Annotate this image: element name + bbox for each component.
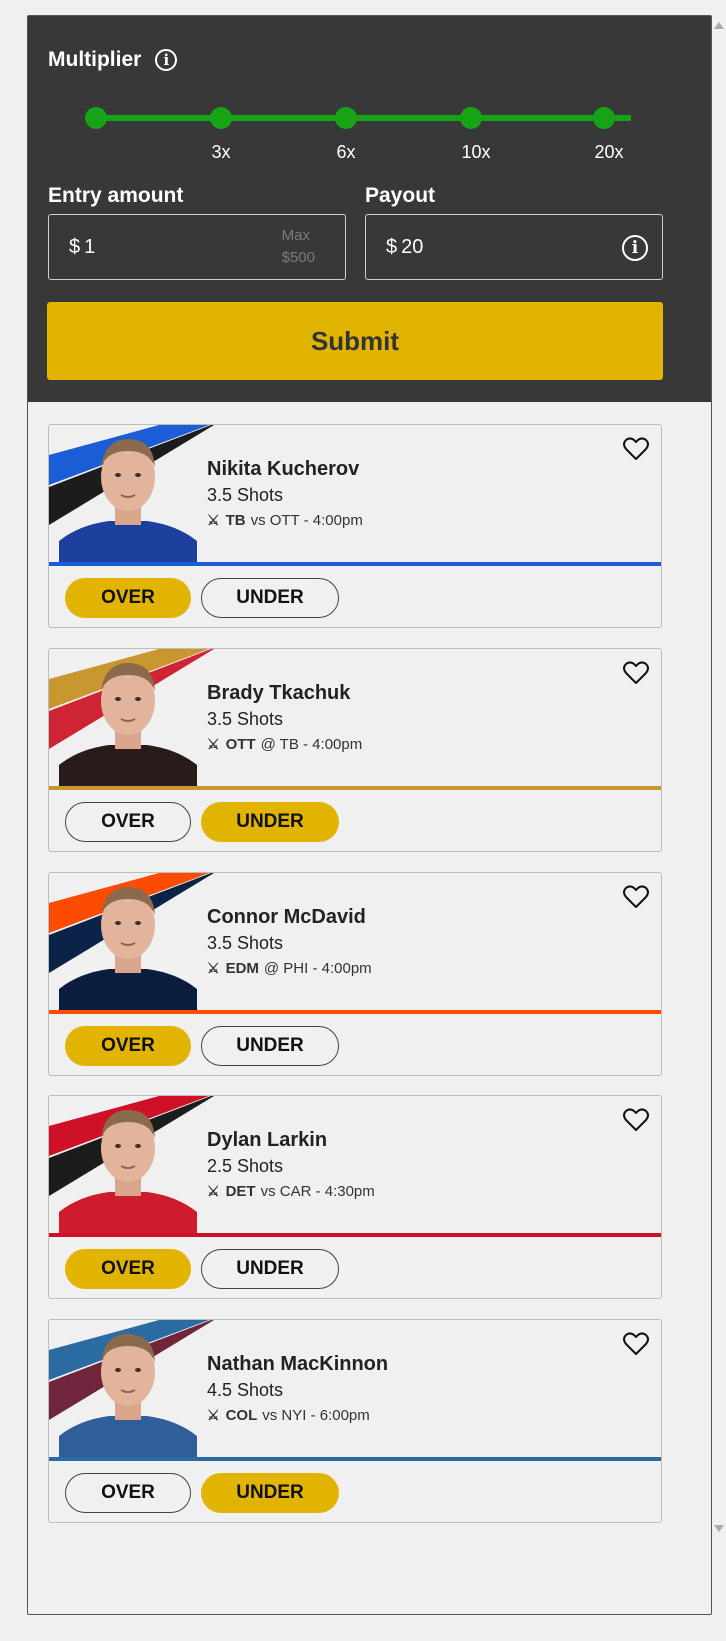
game-info: ⚔ COL vs NYI - 6:00pm	[207, 1407, 370, 1424]
team-abbr: COL	[225, 1407, 258, 1424]
player-card: Nathan MacKinnon 4.5 Shots ⚔ COL vs NYI …	[48, 1319, 662, 1523]
info-icon[interactable]: i	[622, 235, 648, 261]
heart-icon[interactable]	[623, 437, 649, 461]
prop-line: 4.5 Shots	[207, 1380, 284, 1400]
payout-value: 20	[401, 235, 424, 258]
multiplier-section: Multiplier i 3x 6x 10x 20x Entry amount …	[28, 16, 711, 402]
hockey-sticks-icon: ⚔	[207, 512, 220, 528]
multiplier-step-6x[interactable]	[335, 107, 357, 129]
over-button[interactable]: OVER	[65, 1473, 191, 1513]
over-button[interactable]: OVER	[65, 578, 191, 618]
scroll-up-arrow-icon[interactable]	[714, 22, 724, 29]
team-abbr: OTT	[225, 736, 256, 753]
player-card: Connor McDavid 3.5 Shots ⚔ EDM @ PHI - 4…	[48, 872, 662, 1076]
tick-label: 6x	[336, 142, 356, 162]
team-color-line	[49, 1457, 661, 1461]
team-color-line	[49, 562, 661, 566]
heart-icon[interactable]	[623, 1108, 649, 1132]
team-color-line	[49, 1010, 661, 1014]
team-abbr: TB	[225, 512, 246, 529]
player-name: Dylan Larkin	[207, 1129, 328, 1151]
matchup: vs OTT - 4:00pm	[250, 512, 363, 529]
multiplier-step-10x[interactable]	[460, 107, 482, 129]
multiplier-step-1[interactable]	[85, 107, 107, 129]
multiplier-step-20x[interactable]	[593, 107, 615, 129]
multiplier-title: Multiplier	[48, 48, 142, 71]
submit-button[interactable]: Submit	[47, 302, 663, 380]
player-photo	[59, 1110, 197, 1233]
under-button[interactable]: UNDER	[201, 1249, 339, 1289]
player-card: Dylan Larkin 2.5 Shots ⚔ DET vs CAR - 4:…	[48, 1095, 662, 1299]
matchup: vs CAR - 4:30pm	[260, 1183, 375, 1200]
currency-symbol: $	[69, 235, 81, 258]
heart-icon[interactable]	[623, 1332, 649, 1356]
entry-amount-field[interactable]: $ 1 Max $500	[48, 214, 346, 280]
game-info: ⚔ TB vs OTT - 4:00pm	[207, 512, 363, 529]
player-name: Connor McDavid	[207, 906, 366, 928]
tick-label: 10x	[461, 142, 491, 162]
team-color-line	[49, 786, 661, 790]
game-info: ⚔ DET vs CAR - 4:30pm	[207, 1183, 375, 1200]
matchup: @ PHI - 4:00pm	[263, 960, 372, 977]
player-card: Nikita Kucherov 3.5 Shots ⚔ TB vs OTT - …	[48, 424, 662, 628]
hockey-sticks-icon: ⚔	[207, 1183, 220, 1199]
team-abbr: EDM	[225, 960, 259, 977]
player-photo	[59, 1334, 197, 1457]
heart-icon[interactable]	[623, 661, 649, 685]
matchup: @ TB - 4:00pm	[260, 736, 363, 753]
over-button[interactable]: OVER	[65, 1249, 191, 1289]
game-info: ⚔ OTT @ TB - 4:00pm	[207, 736, 362, 753]
player-photo	[59, 663, 197, 786]
tick-label: 20x	[594, 142, 624, 162]
max-hint: Max $500	[282, 225, 315, 269]
game-info: ⚔ EDM @ PHI - 4:00pm	[207, 960, 372, 977]
under-button[interactable]: UNDER	[201, 1026, 339, 1066]
info-icon[interactable]: i	[155, 49, 178, 71]
payout-label: Payout	[365, 184, 436, 207]
team-abbr: DET	[225, 1183, 256, 1200]
heart-icon[interactable]	[623, 885, 649, 909]
player-name: Brady Tkachuk	[207, 682, 351, 704]
player-photo	[59, 887, 197, 1010]
multiplier-header: Multiplier i	[48, 48, 178, 72]
hockey-sticks-icon: ⚔	[207, 1407, 220, 1423]
over-button[interactable]: OVER	[65, 1026, 191, 1066]
over-button[interactable]: OVER	[65, 802, 191, 842]
prop-line: 3.5 Shots	[207, 709, 284, 729]
multiplier-slider-track[interactable]	[98, 115, 631, 121]
tick-label: 3x	[211, 142, 231, 162]
pick-panel: Multiplier i 3x 6x 10x 20x Entry amount …	[27, 15, 712, 1615]
hockey-sticks-icon: ⚔	[207, 960, 220, 976]
matchup: vs NYI - 6:00pm	[262, 1407, 370, 1424]
entry-amount-label: Entry amount	[48, 184, 184, 207]
player-photo	[59, 439, 197, 562]
prop-line: 3.5 Shots	[207, 485, 284, 505]
scroll-down-arrow-icon[interactable]	[714, 1525, 724, 1532]
prop-line: 2.5 Shots	[207, 1156, 284, 1176]
max-label: Max	[281, 227, 310, 244]
under-button[interactable]: UNDER	[201, 802, 339, 842]
team-color-line	[49, 1233, 661, 1237]
multiplier-step-3x[interactable]	[210, 107, 232, 129]
payout-field: $ 20 i	[365, 214, 663, 280]
under-button[interactable]: UNDER	[201, 1473, 339, 1513]
under-button[interactable]: UNDER	[201, 578, 339, 618]
player-name: Nikita Kucherov	[207, 458, 360, 480]
hockey-sticks-icon: ⚔	[207, 736, 220, 752]
currency-symbol: $	[386, 235, 398, 258]
entry-amount-value: 1	[84, 235, 96, 258]
prop-line: 3.5 Shots	[207, 933, 284, 953]
player-name: Nathan MacKinnon	[207, 1353, 389, 1375]
max-value: $500	[281, 249, 315, 266]
player-card: Brady Tkachuk 3.5 Shots ⚔ OTT @ TB - 4:0…	[48, 648, 662, 852]
